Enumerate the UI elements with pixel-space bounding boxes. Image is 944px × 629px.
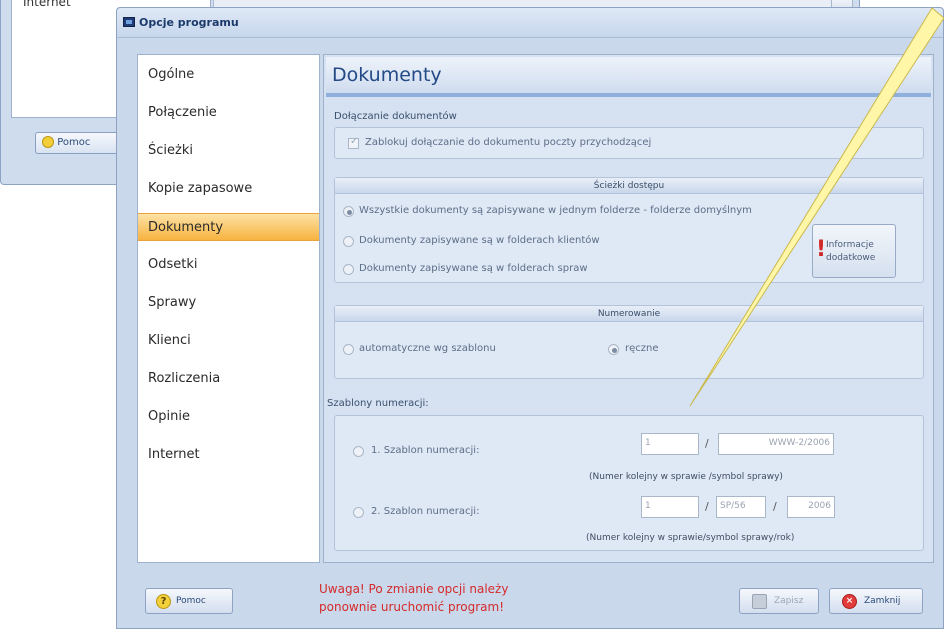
nav-item-sciezki[interactable]: Ścieżki bbox=[138, 137, 319, 165]
nav-item-klienci[interactable]: Klienci bbox=[138, 327, 319, 355]
templates-group: 1. Szablon numeracji: 1 / WWW-2/2006 (Nu… bbox=[334, 415, 924, 551]
block-attach-checkbox[interactable] bbox=[348, 136, 359, 149]
help-icon: ? bbox=[156, 594, 171, 609]
close-button-label: Zamknij bbox=[864, 596, 901, 606]
template2-separator-1: / bbox=[705, 500, 709, 513]
template1-label[interactable]: 1. Szablon numeracji: bbox=[371, 445, 479, 456]
template2-year-input[interactable]: 2006 bbox=[787, 496, 835, 518]
templates-section-label: Szablony numeracji: bbox=[327, 398, 429, 409]
settings-panel: Dokumenty Dołączanie dokumentów Zablokuj… bbox=[323, 54, 934, 563]
numbering-header: Numerowanie bbox=[335, 306, 923, 322]
path-option-clients-label[interactable]: Dokumenty zapisywane są w folderach klie… bbox=[359, 235, 600, 246]
nav-item-internet[interactable]: Internet bbox=[138, 441, 319, 469]
nav-item-dokumenty[interactable]: Dokumenty bbox=[138, 213, 319, 241]
path-option-default-label[interactable]: Wszystkie dokumenty są zapisywane w jedn… bbox=[359, 205, 752, 216]
attach-group: Zablokuj dołączanie do dokumentu poczty … bbox=[334, 127, 924, 159]
background-help-button[interactable]: Pomoc bbox=[35, 132, 121, 154]
paths-header: Ścieżki dostępu bbox=[335, 178, 923, 194]
warning-line-2: ponownie uruchomić program! bbox=[319, 600, 505, 614]
exclamation-icon: ! bbox=[816, 237, 827, 262]
block-attach-label[interactable]: Zablokuj dołączanie do dokumentu poczty … bbox=[365, 137, 651, 148]
path-option-clients-radio[interactable] bbox=[343, 236, 354, 247]
dialog-title: Opcje programu bbox=[139, 16, 239, 29]
paths-group: Ścieżki dostępu Wszystkie dokumenty są z… bbox=[334, 177, 924, 283]
header-divider bbox=[326, 93, 931, 97]
nav-item-opinie[interactable]: Opinie bbox=[138, 403, 319, 431]
path-option-default-radio[interactable] bbox=[343, 206, 354, 217]
save-button-label: Zapisz bbox=[774, 596, 804, 606]
save-icon bbox=[752, 594, 767, 609]
template2-label[interactable]: 2. Szablon numeracji: bbox=[371, 506, 479, 517]
nav-item-kopie-zapasowe[interactable]: Kopie zapasowe bbox=[138, 175, 319, 203]
background-help-label: Pomoc bbox=[57, 137, 91, 148]
warning-line-1: Uwaga! Po zmianie opcji należy bbox=[319, 582, 509, 596]
close-circle-icon: × bbox=[842, 594, 857, 609]
nav-item-odsetki[interactable]: Odsetki bbox=[138, 251, 319, 279]
restart-warning: Uwaga! Po zmianie opcji należy ponownie … bbox=[319, 580, 508, 616]
nav-item-sprawy[interactable]: Sprawy bbox=[138, 289, 319, 317]
additional-info-button[interactable]: ! Informacje dodatkowe bbox=[812, 224, 896, 278]
close-icon[interactable]: x bbox=[929, 14, 937, 29]
save-button[interactable]: Zapisz bbox=[739, 588, 819, 614]
template1-separator: / bbox=[705, 437, 709, 450]
help-button-label: Pomoc bbox=[176, 596, 206, 606]
close-button[interactable]: × Zamknij bbox=[829, 588, 923, 614]
template1-radio[interactable] bbox=[353, 446, 364, 457]
template2-radio[interactable] bbox=[353, 507, 364, 518]
nav-item-rozliczenia[interactable]: Rozliczenia bbox=[138, 365, 319, 393]
path-option-cases-radio[interactable] bbox=[343, 264, 354, 275]
numbering-auto-label[interactable]: automatyczne wg szablonu bbox=[359, 343, 496, 354]
template2-symbol-input[interactable]: SP/56 bbox=[716, 496, 766, 518]
app-icon bbox=[123, 17, 135, 27]
template2-number-input[interactable]: 1 bbox=[641, 496, 699, 518]
path-option-cases-label[interactable]: Dokumenty zapisywane są w folderach spra… bbox=[359, 263, 588, 274]
panel-title: Dokumenty bbox=[332, 64, 442, 86]
info-button-line2: dodatkowe bbox=[826, 253, 876, 263]
dialog-titlebar[interactable]: Opcje programu x bbox=[117, 8, 943, 38]
nav-item-polaczenie[interactable]: Połączenie bbox=[138, 99, 319, 127]
info-button-line1: Informacje bbox=[826, 240, 874, 250]
numbering-group: Numerowanie automatyczne wg szablonu ręc… bbox=[334, 305, 924, 379]
options-nav: Ogólne Połączenie Ścieżki Kopie zapasowe… bbox=[137, 54, 320, 563]
template2-note: (Numer kolejny w sprawie/symbol sprawy/r… bbox=[586, 533, 795, 543]
numbering-manual-label[interactable]: ręczne bbox=[625, 343, 659, 354]
nav-item-ogolne[interactable]: Ogólne bbox=[138, 61, 319, 89]
template1-note: (Numer kolejny w sprawie /symbol sprawy) bbox=[589, 472, 783, 482]
template1-number-input[interactable]: 1 bbox=[641, 433, 699, 455]
panel-header: Dokumenty bbox=[326, 57, 931, 93]
attach-section-label: Dołączanie dokumentów bbox=[334, 111, 457, 122]
options-dialog: Opcje programu x Ogólne Połączenie Ścież… bbox=[116, 7, 944, 629]
template2-separator-2: / bbox=[773, 500, 777, 513]
background-list-item[interactable]: Internet bbox=[23, 0, 71, 9]
help-icon bbox=[42, 136, 54, 148]
numbering-manual-radio[interactable] bbox=[608, 344, 619, 355]
help-button[interactable]: ? Pomoc bbox=[145, 588, 233, 614]
template1-symbol-input[interactable]: WWW-2/2006 bbox=[718, 433, 834, 455]
numbering-auto-radio[interactable] bbox=[343, 344, 354, 355]
